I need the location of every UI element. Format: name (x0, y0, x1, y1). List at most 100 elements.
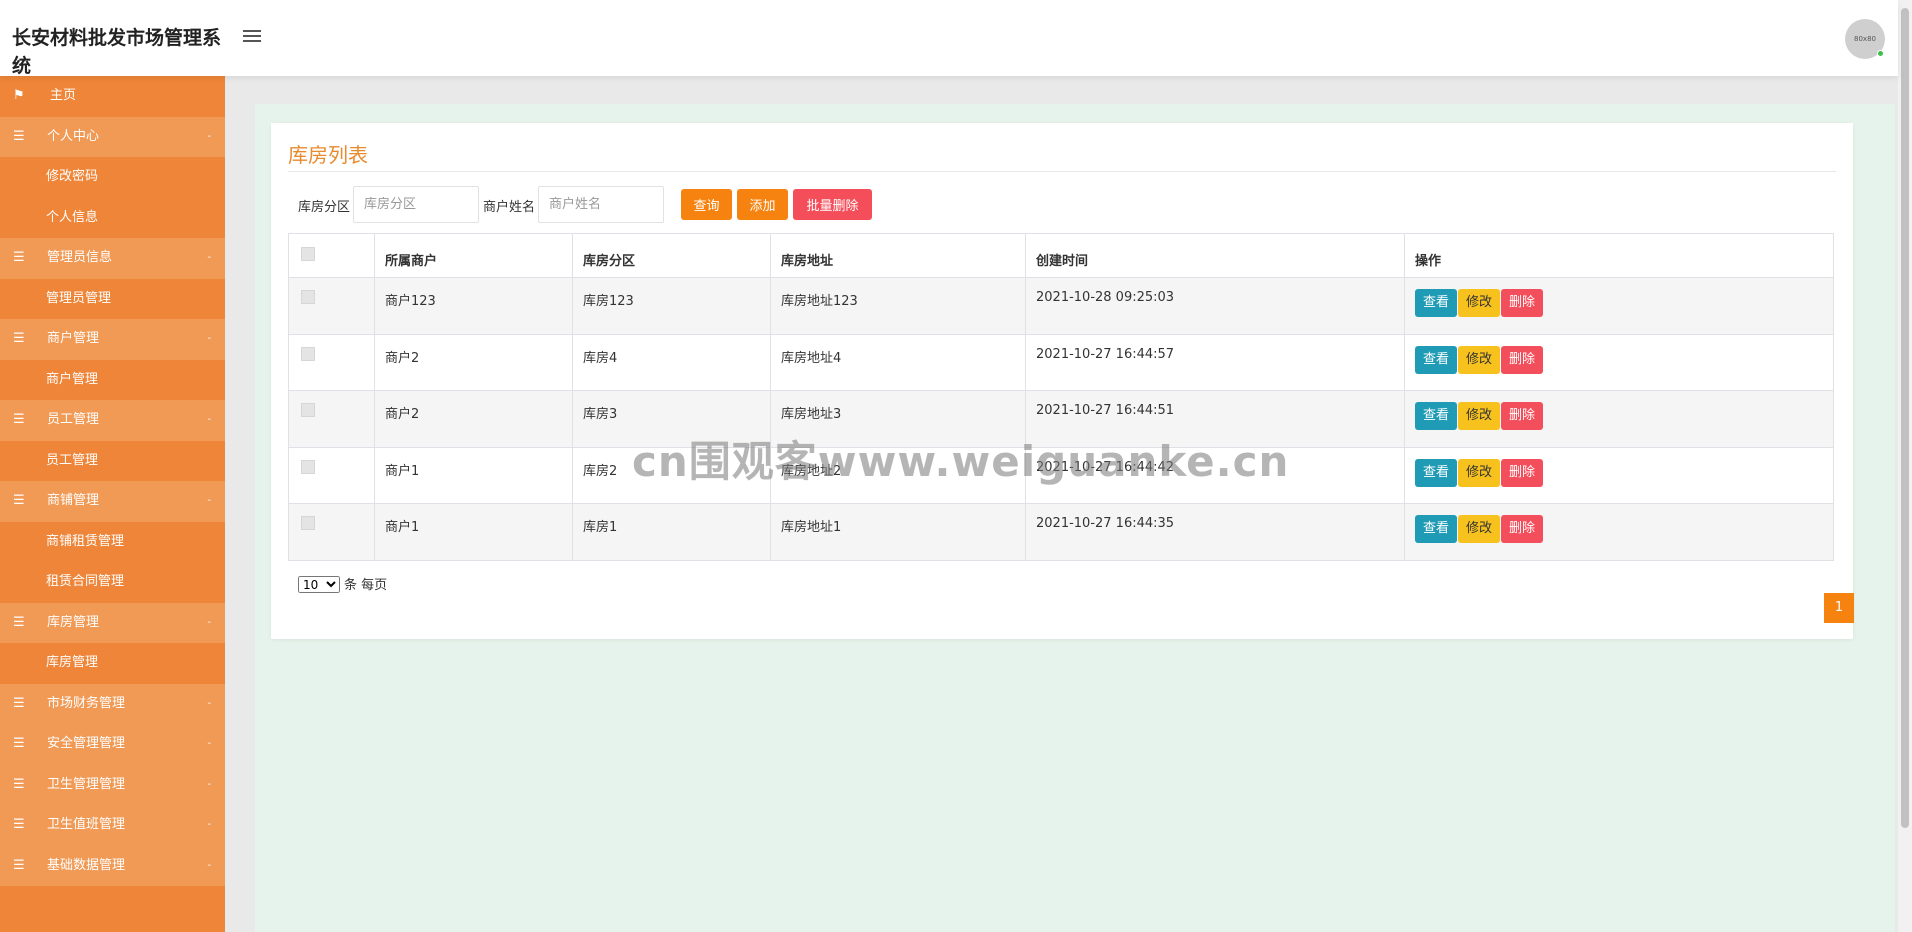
cell-address: 库房地址2 (770, 447, 1026, 504)
sidebar-item-17[interactable]: ☰ 卫生管理管理 - (0, 764, 225, 805)
header-zone: 库房分区 (572, 233, 771, 278)
collapse-indicator-icon: - (207, 495, 211, 506)
warehouse-table: 所属商户 库房分区 库房地址 创建时间 操作 商户123 库房123 库房地址123… (288, 233, 1834, 561)
sidebar-item-10[interactable]: ☰ 商铺管理 - (0, 481, 225, 522)
table-row: 商户2 库房4 库房地址4 2021-10-27 16:44:57 查看 修改 删除 (288, 334, 1834, 391)
sidebar-item-15[interactable]: ☰ 市场财务管理 - (0, 683, 225, 724)
sidebar-item-6[interactable]: ☰ 商户管理 - (0, 319, 225, 360)
list-icon: ☰ (13, 817, 25, 832)
row-checkbox[interactable] (301, 290, 315, 304)
list-icon: ☰ (13, 250, 25, 265)
row-checkbox[interactable] (301, 346, 315, 361)
edit-button[interactable]: 修改 (1458, 345, 1501, 374)
view-button[interactable]: 查看 (1415, 289, 1458, 317)
avatar[interactable]: 80x80 (1845, 19, 1885, 59)
cell-zone: 库房2 (572, 447, 771, 504)
online-status-dot (1877, 50, 1884, 57)
pagination-page-1[interactable]: 1 (1824, 593, 1854, 623)
query-button[interactable]: 查询 (681, 189, 732, 220)
row-select-cell (288, 503, 375, 561)
cell-created: 2021-10-28 09:25:03 (1025, 277, 1405, 335)
edit-button[interactable]: 修改 (1458, 515, 1501, 543)
page-size-select[interactable]: 10 (298, 576, 340, 593)
sidebar-item-3[interactable]: 个人信息 (0, 197, 225, 238)
delete-button[interactable]: 删除 (1501, 515, 1544, 543)
list-icon: ☰ (13, 736, 25, 751)
collapse-indicator-icon: - (207, 252, 211, 263)
add-button[interactable]: 添加 (737, 189, 788, 220)
sidebar-item-label: 个人信息 (46, 209, 99, 225)
scrollbar-thumb[interactable] (1901, 8, 1909, 828)
view-button[interactable]: 查看 (1415, 345, 1458, 374)
delete-button[interactable]: 删除 (1501, 289, 1544, 317)
sidebar-item-13[interactable]: ☰ 库房管理 - (0, 602, 225, 643)
cell-created: 2021-10-27 16:44:42 (1025, 447, 1405, 504)
delete-button[interactable]: 删除 (1501, 345, 1544, 374)
table-row: 商户123 库房123 库房地址123 2021-10-28 09:25:03 查看 修改… (288, 277, 1834, 335)
view-button[interactable]: 查看 (1415, 458, 1458, 487)
sidebar-item-label: 主页 (50, 88, 77, 103)
batch-delete-button[interactable]: 批量删除 (793, 189, 872, 220)
sidebar-item-19[interactable]: ☰ 基础数据管理 - (0, 845, 225, 886)
merchant-search-input[interactable] (538, 186, 664, 223)
sidebar-item-0[interactable]: ⚑ 主页 (0, 76, 225, 117)
sidebar-item-label: 卫生管理管理 (47, 776, 126, 792)
list-icon: ☰ (13, 857, 25, 873)
sidebar-item-label: 商户管理 (47, 331, 100, 346)
sidebar-item-9[interactable]: 员工管理 (0, 440, 225, 481)
cell-actions: 查看 修改 删除 (1404, 503, 1834, 561)
collapse-indicator-icon: - (207, 738, 211, 749)
sidebar-item-18[interactable]: ☰ 卫生值班管理 - (0, 805, 225, 846)
collapse-indicator-icon: - (207, 778, 211, 790)
cell-created: 2021-10-27 16:44:57 (1025, 334, 1405, 391)
cell-actions: 查看 修改 删除 (1404, 447, 1834, 504)
edit-button[interactable]: 修改 (1458, 458, 1501, 487)
sidebar-item-1[interactable]: ☰ 个人中心 - (0, 116, 225, 157)
collapse-indicator-icon: - (207, 819, 211, 830)
menu-toggle-icon[interactable] (243, 30, 261, 44)
header-address: 库房地址 (770, 233, 1026, 278)
warehouse-list-card: 库房列表 库房分区 商户姓名 查询 添加 批量删除 所属商户 (271, 123, 1854, 639)
row-select-cell (288, 277, 375, 335)
sidebar-item-label: 卫生值班管理 (47, 817, 126, 832)
delete-button[interactable]: 删除 (1501, 458, 1544, 487)
edit-button[interactable]: 修改 (1458, 402, 1501, 430)
sidebar-item-label: 个人中心 (47, 128, 100, 144)
sidebar-item-label: 库房管理 (46, 655, 99, 670)
row-checkbox[interactable] (301, 403, 315, 417)
sidebar-item-label: 租赁合同管理 (46, 574, 125, 589)
select-all-checkbox[interactable] (301, 247, 315, 261)
sidebar-item-8[interactable]: ☰ 员工管理 - (0, 400, 225, 441)
header-actions: 操作 (1404, 233, 1834, 278)
list-icon: ☰ (13, 776, 25, 792)
sidebar-item-2[interactable]: 修改密码 (0, 157, 225, 198)
cell-zone: 库房4 (572, 334, 771, 391)
page-title: 库房列表 (288, 143, 368, 167)
edit-button[interactable]: 修改 (1458, 289, 1501, 317)
row-checkbox[interactable] (301, 516, 315, 530)
page-scrollbar[interactable] (1898, 0, 1912, 932)
sidebar-item-5[interactable]: 管理员管理 (0, 278, 225, 319)
sidebar-item-14[interactable]: 库房管理 (0, 643, 225, 684)
collapse-indicator-icon: - (207, 859, 211, 871)
zone-search-input[interactable] (353, 186, 479, 223)
row-select-cell (288, 334, 375, 391)
sidebar-item-12[interactable]: 租赁合同管理 (0, 562, 225, 603)
cell-merchant: 商户2 (374, 334, 573, 391)
cell-created: 2021-10-27 16:44:51 (1025, 390, 1405, 448)
zone-label: 库房分区 (298, 200, 351, 215)
sidebar-item-11[interactable]: 商铺租赁管理 (0, 521, 225, 562)
sidebar-item-16[interactable]: ☰ 安全管理管理 - (0, 724, 225, 765)
delete-button[interactable]: 删除 (1501, 402, 1544, 430)
sidebar-item-7[interactable]: 商户管理 (0, 359, 225, 400)
main-content: 库房列表 库房分区 商户姓名 查询 添加 批量删除 所属商户 (255, 104, 1895, 932)
collapse-indicator-icon: - (207, 414, 211, 425)
view-button[interactable]: 查看 (1415, 515, 1458, 543)
view-button[interactable]: 查看 (1415, 402, 1458, 430)
cell-zone: 库房123 (572, 277, 771, 335)
row-checkbox[interactable] (301, 459, 315, 474)
sidebar-item-4[interactable]: ☰ 管理员信息 - (0, 238, 225, 279)
cell-zone: 库房1 (572, 503, 771, 561)
sidebar-item-label: 基础数据管理 (47, 857, 126, 873)
app-title: 长安材料批发市场管理系统 (12, 27, 222, 77)
